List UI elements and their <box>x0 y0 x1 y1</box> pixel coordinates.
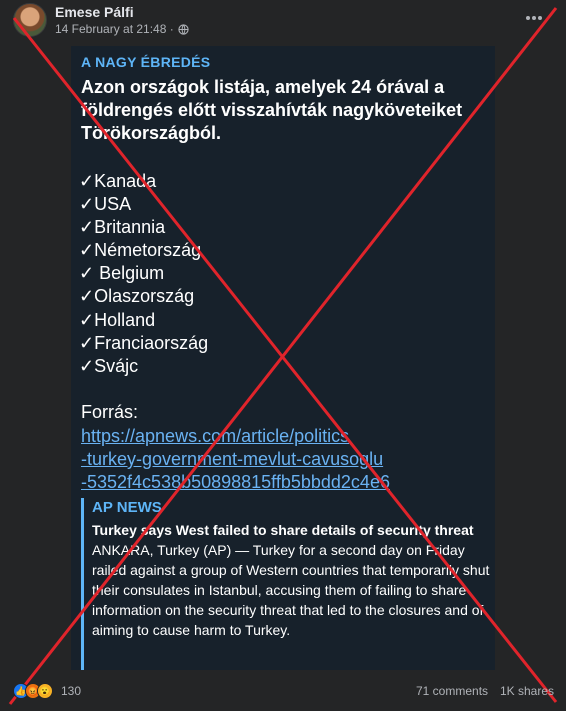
channel-name: A NAGY ÉBREDÉS <box>81 54 211 70</box>
avatar[interactable] <box>13 3 47 37</box>
source-link-line[interactable]: https://apnews.com/article/politics <box>81 425 390 448</box>
list-item: ✓Franciaország <box>79 332 209 353</box>
source-link-line[interactable]: -turkey-government-mevlut-cavusoglu <box>81 448 390 471</box>
list-item: ✓Németország <box>79 240 202 261</box>
country-list: ✓Kanada ✓USA ✓Britannia ✓Németország ✓ B… <box>79 170 208 378</box>
wow-icon: 😮 <box>37 683 53 699</box>
preview-body: ANKARA, Turkey (AP) — Turkey for a secon… <box>92 542 490 638</box>
post-header: Emese Pálfi 14 February at 21:48 · <box>0 0 566 42</box>
source-link[interactable]: https://apnews.com/article/politics -tur… <box>81 425 390 494</box>
link-preview[interactable]: AP NEWS Turkey says West failed to share… <box>81 498 491 670</box>
list-item: ✓ Belgium <box>79 263 165 284</box>
list-item: ✓Holland <box>79 309 156 330</box>
shares-count[interactable]: 1K shares <box>500 684 554 698</box>
list-item: ✓Olaszország <box>79 286 195 307</box>
globe-icon <box>178 23 189 35</box>
list-item: ✓USA <box>79 194 132 215</box>
preview-site: AP NEWS <box>92 499 162 516</box>
reaction-count: 130 <box>61 684 82 698</box>
source-link-line[interactable]: -5352f4c538b50898815ffb5bbdd2c4e6 <box>81 471 390 494</box>
preview-title: Turkey says West failed to share details… <box>92 522 474 538</box>
comments-count[interactable]: 71 comments <box>416 684 488 698</box>
reactions[interactable]: 👍 😡 😮 130 <box>13 683 81 699</box>
facebook-post: Emese Pálfi 14 February at 21:48 · A NAG… <box>0 0 566 711</box>
list-item: ✓Svájc <box>79 355 139 376</box>
more-options-icon[interactable] <box>524 8 544 28</box>
source-label: Forrás: <box>81 402 139 422</box>
message-headline: Azon országok listája, amelyek 24 órával… <box>81 77 463 143</box>
author-name[interactable]: Emese Pálfi <box>55 4 134 20</box>
post-meta: 14 February at 21:48 · <box>55 22 189 36</box>
timestamp[interactable]: 14 February at 21:48 · <box>55 22 174 36</box>
list-item: ✓Britannia <box>79 217 166 238</box>
post-footer: 👍 😡 😮 130 71 comments 1K shares <box>0 676 566 706</box>
telegram-screenshot: A NAGY ÉBREDÉS Azon országok listája, am… <box>71 46 495 670</box>
list-item: ✓Kanada <box>79 171 157 191</box>
